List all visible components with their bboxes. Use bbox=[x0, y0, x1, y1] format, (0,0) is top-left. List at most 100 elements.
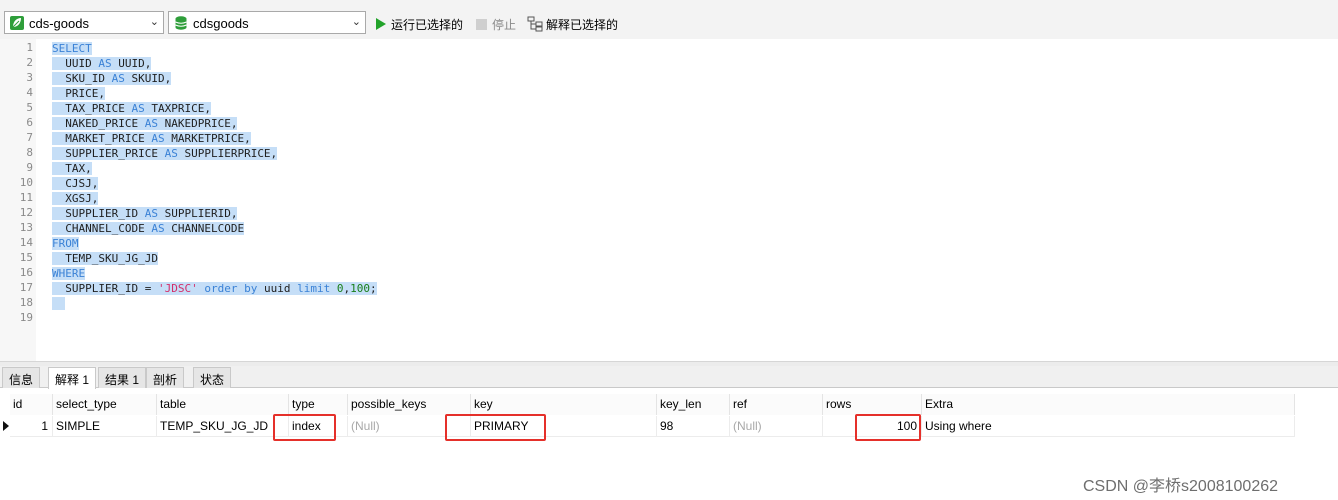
code-token: XGSJ, bbox=[52, 192, 99, 205]
database-select[interactable]: cdsgoods ⌄ bbox=[168, 11, 366, 34]
code-line[interactable]: TAX, bbox=[52, 161, 92, 176]
tab-info[interactable]: 信息 bbox=[2, 367, 41, 388]
code-token: order by bbox=[204, 282, 258, 295]
connection-leaf-icon bbox=[10, 16, 24, 30]
code-token: NAKED_PRICE bbox=[52, 117, 145, 130]
stop-button[interactable]: 停止 bbox=[474, 15, 516, 33]
col-header-id[interactable]: id bbox=[10, 394, 53, 415]
code-token: TEMP_SKU_JG_JD bbox=[52, 252, 158, 265]
code-line[interactable]: FROM bbox=[52, 236, 79, 251]
line-number: 15 bbox=[19, 251, 33, 264]
line-number: 16 bbox=[19, 266, 33, 279]
cell-key-len[interactable]: 98 bbox=[657, 416, 730, 437]
line-number: 4 bbox=[26, 86, 33, 99]
code-token: CHANNEL_CODE bbox=[52, 222, 152, 235]
line-number: 6 bbox=[26, 116, 33, 129]
line-number-gutter: 1 2 3 4 5 6 7 8 9 10 11 12 13 14 15 16 17 18 19 bbox=[0, 39, 36, 361]
sql-editor[interactable]: 1 2 3 4 5 6 7 8 9 10 11 12 13 14 15 16 17 18 19 SELECT UUI… bbox=[0, 39, 1338, 361]
code-line[interactable]: CHANNEL_CODE AS CHANNELCODE bbox=[52, 221, 245, 236]
code-token: UUID bbox=[52, 57, 99, 70]
code-token: SELECT bbox=[52, 42, 92, 55]
code-token: uuid bbox=[257, 282, 298, 295]
code-token: TAX, bbox=[52, 162, 92, 175]
col-header-possible-keys[interactable]: possible_keys bbox=[348, 394, 471, 415]
code-token: TAX_PRICE bbox=[52, 102, 132, 115]
code-token: SKU_ID bbox=[52, 72, 112, 85]
cell-id[interactable]: 1 bbox=[10, 416, 53, 437]
cell-extra[interactable]: Using where bbox=[922, 416, 1295, 437]
col-header-key-len[interactable]: key_len bbox=[657, 394, 730, 415]
line-number: 10 bbox=[19, 176, 33, 189]
run-selected-button[interactable]: 运行已选择的 bbox=[374, 15, 463, 33]
code-line[interactable]: SUPPLIER_PRICE AS SUPPLIERPRICE, bbox=[52, 146, 278, 161]
explain-selected-button[interactable]: 解释已选择的 bbox=[527, 15, 618, 33]
highlight-box-key bbox=[445, 414, 546, 441]
code-token: UUID, bbox=[111, 57, 152, 70]
current-row-marker-icon bbox=[3, 421, 9, 431]
watermark: CSDN @李桥s2008100262 bbox=[1083, 478, 1279, 495]
code-token: TAXPRICE, bbox=[144, 102, 211, 115]
tab-profile[interactable]: 剖析 bbox=[146, 367, 185, 388]
highlight-box-rows bbox=[855, 414, 921, 441]
selection-highlight: SUPPLIER_PRICE AS SUPPLIERPRICE, bbox=[52, 147, 278, 160]
selection-highlight: CHANNEL_CODE AS CHANNELCODE bbox=[52, 222, 245, 235]
code-token: limit bbox=[297, 282, 331, 295]
code-line[interactable] bbox=[52, 296, 66, 311]
explain-selected-label: 解释已选择的 bbox=[546, 17, 619, 32]
code-line[interactable]: SKU_ID AS SKUID, bbox=[52, 71, 172, 86]
tab-explain-1[interactable]: 解释 1 bbox=[48, 367, 97, 389]
line-number: 14 bbox=[19, 236, 33, 249]
cell-table[interactable]: TEMP_SKU_JG_JD bbox=[157, 416, 289, 437]
col-header-rows[interactable]: rows bbox=[823, 394, 922, 415]
line-number: 19 bbox=[19, 311, 33, 324]
line-number: 3 bbox=[26, 71, 33, 84]
result-tabs: 信息 解释 1 结果 1 剖析 状态 bbox=[0, 366, 1338, 389]
line-number: 9 bbox=[26, 161, 33, 174]
code-token: 'JDSC' bbox=[157, 282, 198, 295]
code-line[interactable]: SUPPLIER_ID AS SUPPLIERID, bbox=[52, 206, 238, 221]
database-value: cdsgoods bbox=[193, 16, 249, 31]
line-number: 8 bbox=[26, 146, 33, 159]
connection-select[interactable]: cds-goods ⌄ bbox=[4, 11, 164, 34]
code-line[interactable]: UUID AS UUID, bbox=[52, 56, 152, 71]
code-line[interactable]: TAX_PRICE AS TAXPRICE, bbox=[52, 101, 211, 116]
selection-highlight: PRICE, bbox=[52, 87, 105, 100]
selection-highlight: CJSJ, bbox=[52, 177, 99, 190]
selection-highlight: SKU_ID AS SKUID, bbox=[52, 72, 172, 85]
line-number: 7 bbox=[26, 131, 33, 144]
explain-tree-icon bbox=[527, 16, 543, 32]
code-token: SKUID, bbox=[124, 72, 172, 85]
col-header-table[interactable]: table bbox=[157, 394, 289, 415]
selection-highlight: TAX_PRICE AS TAXPRICE, bbox=[52, 102, 211, 115]
col-header-type[interactable]: type bbox=[289, 394, 348, 415]
code-token: AS bbox=[111, 72, 125, 85]
code-line[interactable]: WHERE bbox=[52, 266, 86, 281]
code-line[interactable]: MARKET_PRICE AS MARKETPRICE, bbox=[52, 131, 251, 146]
code-token: AS bbox=[98, 57, 112, 70]
code-token: CJSJ, bbox=[52, 177, 99, 190]
code-token: FROM bbox=[52, 237, 79, 250]
highlight-box-type bbox=[273, 414, 336, 441]
cell-select-type[interactable]: SIMPLE bbox=[53, 416, 157, 437]
code-line[interactable]: SELECT bbox=[52, 41, 92, 56]
cell-ref[interactable]: (Null) bbox=[730, 416, 823, 437]
col-header-ref[interactable]: ref bbox=[730, 394, 823, 415]
col-header-select-type[interactable]: select_type bbox=[53, 394, 157, 415]
line-number: 12 bbox=[19, 206, 33, 219]
selection-highlight: NAKED_PRICE AS NAKEDPRICE, bbox=[52, 117, 238, 130]
code-line[interactable]: XGSJ, bbox=[52, 191, 99, 206]
chevron-down-icon: ⌄ bbox=[351, 16, 361, 28]
col-header-key[interactable]: key bbox=[471, 394, 657, 415]
code-line[interactable]: CJSJ, bbox=[52, 176, 99, 191]
code-token: AS bbox=[164, 147, 178, 160]
tab-result-1[interactable]: 结果 1 bbox=[98, 367, 147, 388]
col-header-extra[interactable]: Extra bbox=[922, 394, 1295, 415]
code-line[interactable]: TEMP_SKU_JG_JD bbox=[52, 251, 158, 266]
selection-highlight bbox=[52, 297, 66, 310]
code-line[interactable]: NAKED_PRICE AS NAKEDPRICE, bbox=[52, 116, 238, 131]
line-number: 17 bbox=[19, 281, 33, 294]
tab-status[interactable]: 状态 bbox=[193, 367, 232, 388]
code-line[interactable]: SUPPLIER_ID = 'JDSC' order by uuid limit… bbox=[52, 281, 377, 296]
code-line[interactable]: PRICE, bbox=[52, 86, 105, 101]
